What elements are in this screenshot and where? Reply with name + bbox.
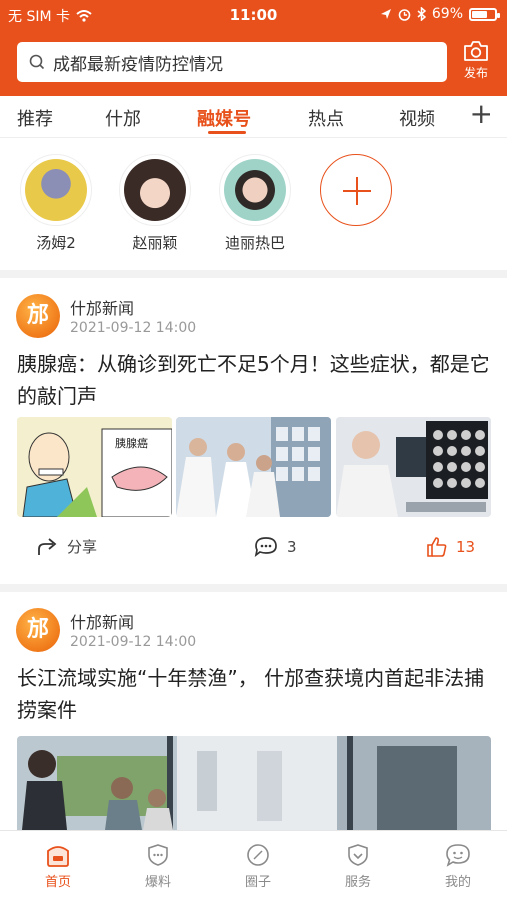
article-title: 长江流域实施“十年禁渔”， 什邡查获境内首起非法捕捞案件 <box>17 666 485 722</box>
article-card[interactable]: 邡 什邡新闻 2021-09-12 14:00 长江流域实施“十年禁渔”， 什邡… <box>0 592 507 830</box>
nav-profile-label: 我的 <box>444 875 471 890</box>
article-card[interactable]: 邡 什邡新闻 2021-09-12 14:00 胰腺癌：从确诊到死亡不足5个月！… <box>0 278 507 584</box>
add-channel-icon[interactable]: + <box>470 100 493 128</box>
nav-home-label: 首页 <box>44 875 71 890</box>
nav-report[interactable]: 爆料 <box>128 843 188 890</box>
article-photo <box>17 736 491 830</box>
smiley-chat-icon <box>446 844 470 867</box>
battery-level <box>472 10 487 18</box>
avatar <box>20 154 92 226</box>
follow-name: 迪丽热巴 <box>224 234 285 252</box>
nav-circle[interactable]: 圈子 <box>228 843 288 890</box>
camera-icon <box>464 41 488 61</box>
bottom-tab-bar: 首页 爆料 圈子 服务 我的 <box>0 830 507 900</box>
channel-tabs: 推荐 什邡 融媒号 热点 视频 + <box>0 96 507 138</box>
article-actions: 分享 3 13 <box>0 536 507 566</box>
service-shield-icon <box>348 844 368 866</box>
nav-report-label: 爆料 <box>144 875 171 890</box>
publish-time: 2021-09-12 14:00 <box>70 634 197 650</box>
source-logo: 邡 <box>16 608 60 652</box>
source-name: 什邡新闻 <box>70 299 135 318</box>
tab-recommend[interactable]: 推荐 <box>17 105 53 131</box>
comment-icon <box>254 537 277 558</box>
follow-name: 汤姆2 <box>36 234 76 252</box>
thumbnail-cartoon: 胰腺癌 <box>17 417 172 517</box>
publish-time: 2021-09-12 14:00 <box>70 320 197 336</box>
status-right: 69% <box>380 6 500 22</box>
home-icon <box>47 846 69 867</box>
active-tab-indicator <box>208 131 246 134</box>
section-divider <box>0 584 507 592</box>
avatar <box>219 154 291 226</box>
follow-name: 赵丽颖 <box>132 234 178 252</box>
thumbnail-ct-scan <box>336 417 491 517</box>
app-header: 无 SIM 卡 11:00 69% 成都最新疫情防控情况 发布 <box>0 0 507 96</box>
compass-icon <box>247 844 269 866</box>
tab-hot[interactable]: 热点 <box>308 105 344 131</box>
alarm-icon <box>398 8 411 21</box>
bluetooth-icon <box>417 7 426 21</box>
like-count: 13 <box>456 538 476 556</box>
search-icon <box>29 54 45 70</box>
shield-icon <box>148 844 168 866</box>
follow-item-zhaoliying[interactable]: 赵丽颖 <box>115 154 195 253</box>
nav-service-label: 服务 <box>344 875 371 890</box>
share-icon <box>38 537 57 555</box>
comment-count: 3 <box>287 538 297 556</box>
status-bar: 无 SIM 卡 11:00 69% <box>0 0 507 30</box>
tab-shifang[interactable]: 什邡 <box>105 105 141 131</box>
publish-button[interactable]: 发布 <box>456 40 496 81</box>
follow-item-dilireba[interactable]: 迪丽热巴 <box>215 154 295 253</box>
section-divider <box>0 270 507 278</box>
nav-home[interactable]: 首页 <box>28 843 88 890</box>
plus-icon <box>320 154 392 226</box>
source-name: 什邡新闻 <box>70 613 135 632</box>
thumbnail-doctors <box>176 417 331 517</box>
comment-button[interactable]: 3 <box>253 536 297 558</box>
thumbs-up-icon <box>427 537 447 557</box>
add-follow-button[interactable] <box>316 154 396 226</box>
followed-accounts: 汤姆2 赵丽颖 迪丽热巴 <box>0 138 507 270</box>
nav-circle-label: 圈子 <box>244 875 271 890</box>
search-text: 成都最新疫情防控情况 <box>53 54 223 75</box>
follow-item-tom[interactable]: 汤姆2 <box>16 154 96 253</box>
image-caption: 胰腺癌 <box>115 437 148 450</box>
publish-label: 发布 <box>463 66 488 80</box>
battery-percent: 69% <box>431 6 463 22</box>
share-button[interactable]: 分享 <box>37 536 97 557</box>
source-logo: 邡 <box>16 294 60 338</box>
location-icon <box>380 9 391 19</box>
tab-video[interactable]: 视频 <box>399 105 435 131</box>
article-title: 胰腺癌：从确诊到死亡不足5个月！这些症状，都是它的敲门声 <box>17 352 490 408</box>
tab-media-account[interactable]: 融媒号 <box>197 105 251 131</box>
nav-profile[interactable]: 我的 <box>428 843 488 890</box>
avatar <box>119 154 191 226</box>
battery-icon <box>469 7 500 21</box>
search-input[interactable]: 成都最新疫情防控情况 <box>17 42 447 82</box>
share-label: 分享 <box>67 538 98 556</box>
like-button[interactable]: 13 <box>426 536 475 558</box>
nav-service[interactable]: 服务 <box>328 843 388 890</box>
